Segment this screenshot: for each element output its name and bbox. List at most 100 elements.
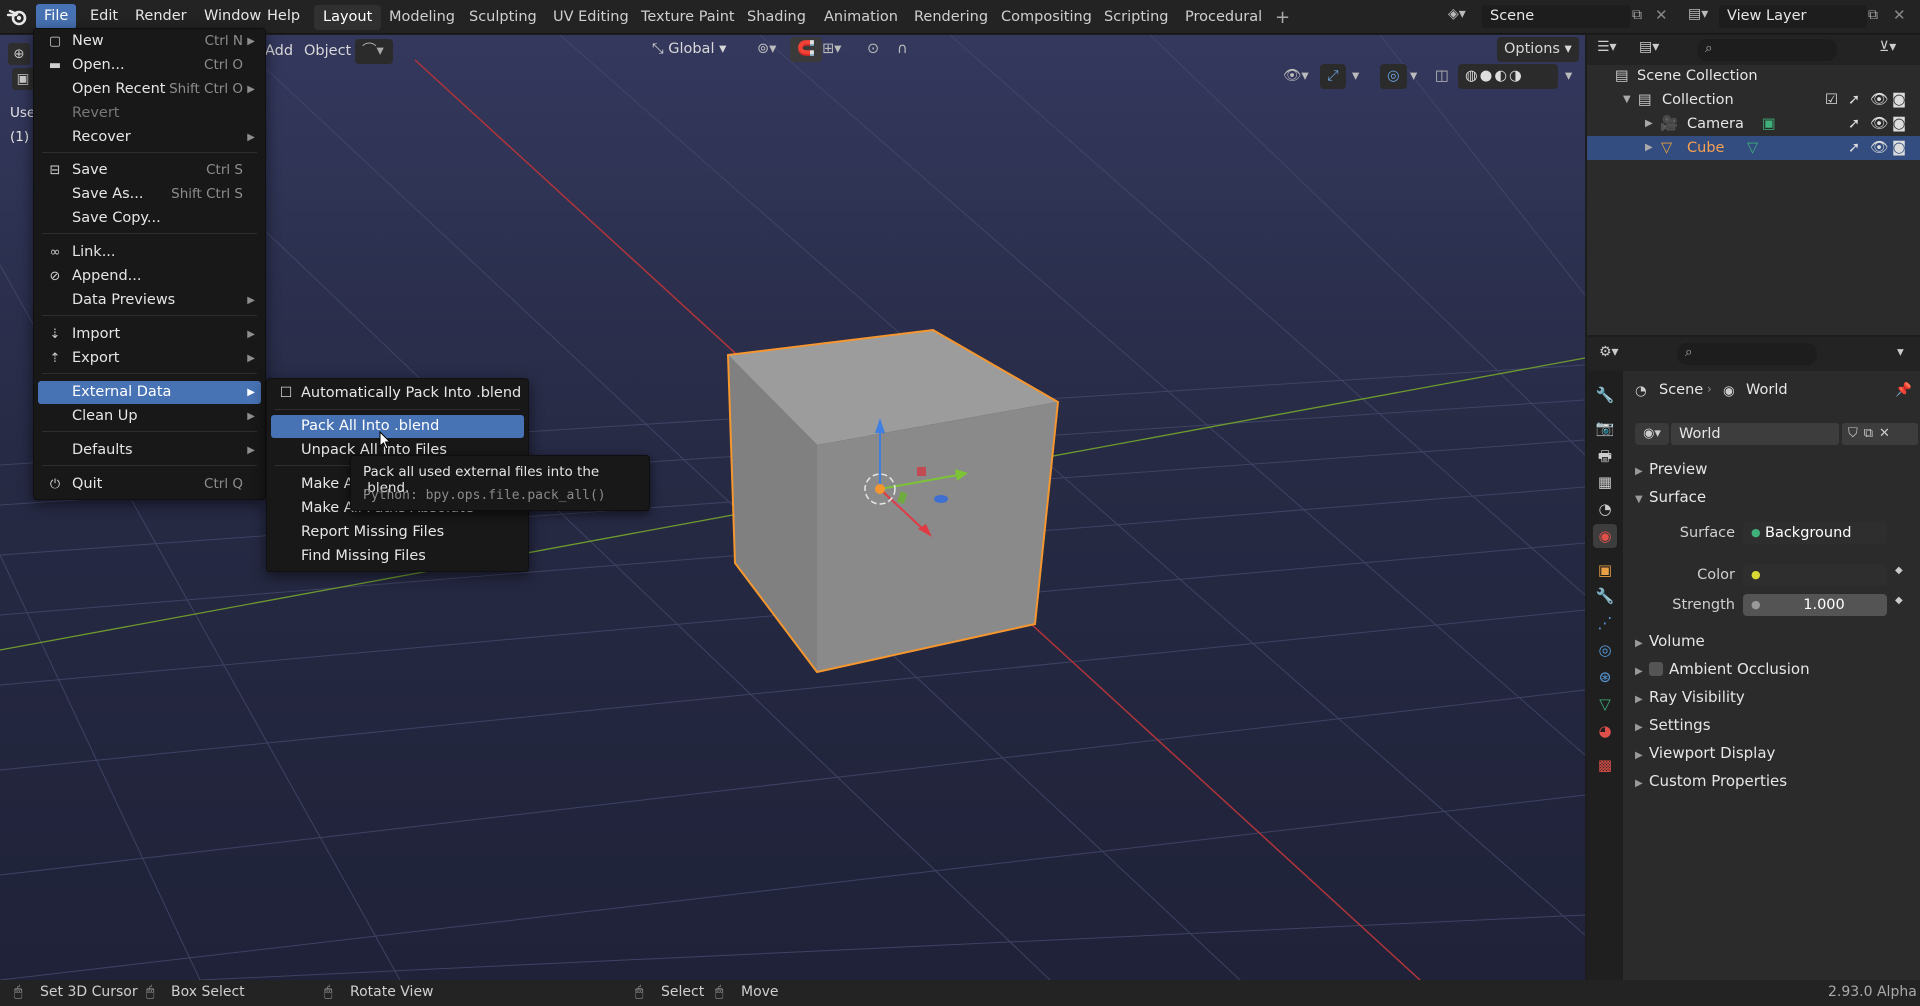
section-ambient-occlusion[interactable]: ▶ Ambient Occlusion <box>1635 657 1810 681</box>
menu-item-save-copy[interactable]: Save Copy... <box>38 207 261 230</box>
surface-shader-field[interactable]: ● Background <box>1743 522 1887 544</box>
outliner-editor-icon[interactable]: ☰▾ <box>1597 39 1617 55</box>
tab-compositing[interactable]: Compositing <box>992 5 1101 30</box>
menu-file[interactable]: File <box>36 4 77 29</box>
pin-icon[interactable]: 📌 <box>1895 382 1912 398</box>
menu-item-link[interactable]: ∞ Link... <box>38 241 261 264</box>
menu-edit[interactable]: Edit <box>82 4 126 29</box>
scene-tab-icon[interactable]: ◔ <box>1593 497 1617 521</box>
section-viewport-display[interactable]: ▶ Viewport Display <box>1635 741 1775 765</box>
view-layer-field[interactable]: View Layer <box>1719 5 1867 28</box>
section-ray-visibility[interactable]: ▶ Ray Visibility <box>1635 685 1745 709</box>
eye-icon[interactable]: 👁 <box>1870 136 1888 160</box>
gizmo-dropdown-icon[interactable]: ▾ <box>1345 64 1366 89</box>
outliner-row-camera[interactable]: ▶ 🎥 Camera ▣ ➚ 👁 ◙ <box>1587 112 1920 136</box>
object-menu[interactable]: Object <box>297 39 358 64</box>
material-tab-icon[interactable]: ◕ <box>1593 719 1617 743</box>
section-volume[interactable]: ▶ Volume <box>1635 629 1705 653</box>
output-tab-icon[interactable]: 🖶 <box>1593 444 1617 468</box>
menu-item-save-as[interactable]: Save As... Shift Ctrl S <box>38 183 261 206</box>
menu-item-append[interactable]: ⊘ Append... <box>38 265 261 288</box>
blender-logo-icon[interactable] <box>6 6 30 28</box>
outliner-row-collection[interactable]: ▼ ▤ Collection ☑ ➚ 👁 ◙ <box>1587 88 1920 112</box>
new-view-layer-icon[interactable]: ⧉ <box>1868 7 1878 23</box>
keyframe-icon[interactable]: ◆ <box>1895 595 1903 606</box>
world-browse-icon[interactable]: ◉▾ <box>1635 423 1669 445</box>
keyframe-icon[interactable]: ◆ <box>1895 565 1903 576</box>
menu-item-save[interactable]: ⊟ Save Ctrl S <box>38 159 261 182</box>
menu-render[interactable]: Render <box>127 4 195 29</box>
proportional-edit-icon[interactable]: ⊙ <box>860 37 886 62</box>
menu-item-export[interactable]: ⇡ Export ▶ <box>38 347 261 370</box>
world-name-field[interactable]: World <box>1671 423 1839 445</box>
color-field[interactable]: ● <box>1743 564 1887 586</box>
pivot-point-icon[interactable]: ⊚▾ <box>750 37 783 62</box>
delete-view-layer-icon[interactable]: ✕ <box>1893 6 1906 24</box>
selectable-icon[interactable]: ➚ <box>1848 112 1860 136</box>
tab-texture-paint[interactable]: Texture Paint <box>632 5 744 30</box>
add-workspace-icon[interactable]: + <box>1266 5 1299 30</box>
mesh-data-icon[interactable]: ▽ <box>1747 136 1758 160</box>
tab-sculpting[interactable]: Sculpting <box>460 5 546 30</box>
tool-tab-icon[interactable]: 🔧 <box>1593 383 1617 407</box>
tab-layout[interactable]: Layout <box>314 5 382 30</box>
filter-icon[interactable]: ⊻▾ <box>1879 39 1896 55</box>
options-dropdown[interactable]: Options ▾ <box>1497 37 1579 62</box>
selectable-icon[interactable]: ➚ <box>1848 136 1860 160</box>
view-layer-selector-icon[interactable]: ▤▾ <box>1688 6 1708 22</box>
world-tab-icon[interactable]: ◉ <box>1593 524 1617 548</box>
new-scene-icon[interactable]: ⧉ <box>1632 7 1642 23</box>
menu-help[interactable]: Help <box>259 4 308 29</box>
object-tab-icon[interactable]: ▣ <box>1593 558 1617 582</box>
transform-orientation-select[interactable]: ⤡ Global ▾ <box>645 37 733 62</box>
properties-editor-icon[interactable]: ⚙▾ <box>1599 344 1619 360</box>
modifier-tab-icon[interactable]: 🔧 <box>1593 584 1617 608</box>
tab-animation[interactable]: Animation <box>815 5 907 30</box>
camera-render-icon[interactable]: ◙ <box>1892 112 1906 136</box>
eye-icon[interactable]: 👁 <box>1870 88 1888 112</box>
render-tab-icon[interactable]: 📷 <box>1593 416 1617 440</box>
eye-icon[interactable]: 👁 <box>1870 112 1888 136</box>
gizmo-toggle-icon[interactable]: ⤢ <box>1320 64 1346 89</box>
camera-render-icon[interactable]: ◙ <box>1892 88 1906 112</box>
constraints-tab-icon[interactable]: ⊛ <box>1593 665 1617 689</box>
selectable-icon[interactable]: ➚ <box>1848 88 1860 112</box>
display-mode-icon[interactable]: ▤▾ <box>1639 39 1659 55</box>
tab-shading[interactable]: Shading <box>738 5 815 30</box>
menu-item-open-recent[interactable]: Open Recent Shift Ctrl O ▶ <box>38 78 261 101</box>
snap-mode-icon[interactable]: ⌒▾ <box>355 39 393 64</box>
camera-render-icon[interactable]: ◙ <box>1892 136 1906 160</box>
menu-item-revert[interactable]: Revert <box>38 102 261 125</box>
menu-item-recover[interactable]: Recover ▶ <box>38 126 261 149</box>
checkbox-icon[interactable]: ☑ <box>1825 88 1838 112</box>
properties-search-input[interactable]: ⌕ <box>1677 343 1817 365</box>
chevron-down-icon[interactable]: ▾ <box>1897 344 1904 360</box>
menu-item-defaults[interactable]: Defaults ▶ <box>38 439 261 462</box>
section-settings[interactable]: ▶ Settings <box>1635 713 1711 737</box>
section-custom-properties[interactable]: ▶ Custom Properties <box>1635 769 1787 793</box>
snap-target-icon[interactable]: ⊞▾ <box>815 37 848 62</box>
xray-icon[interactable]: ◫ <box>1428 64 1456 89</box>
shading-dropdown-icon[interactable]: ▾ <box>1558 64 1579 89</box>
tab-scripting[interactable]: Scripting <box>1095 5 1177 30</box>
scene-selector-icon[interactable]: ◈▾ <box>1448 6 1478 28</box>
menu-item-new[interactable]: ▢ New Ctrl N ▶ <box>38 30 261 53</box>
section-preview[interactable]: ▶ Preview <box>1635 457 1707 481</box>
tab-procedural[interactable]: Procedural <box>1176 5 1271 30</box>
menu-item-data-previews[interactable]: Data Previews ▶ <box>38 289 261 312</box>
delete-scene-icon[interactable]: ✕ <box>1655 6 1668 24</box>
outliner-search-input[interactable]: ⌕ <box>1697 39 1837 61</box>
physics-tab-icon[interactable]: ◎ <box>1593 638 1617 662</box>
camera-data-icon[interactable]: ▣ <box>1762 112 1776 136</box>
strength-field[interactable]: ● 1.000 <box>1743 594 1887 616</box>
menu-item-open[interactable]: ▬ Open... Ctrl O <box>38 54 261 77</box>
tab-modeling[interactable]: Modeling <box>380 5 464 30</box>
falloff-icon[interactable]: ∩ <box>890 37 915 62</box>
world-actions-icons[interactable]: ⛉⧉✕ <box>1842 423 1918 445</box>
view-layer-tab-icon[interactable]: ▦ <box>1593 470 1617 494</box>
menu-item-pack-all[interactable]: Pack All Into .blend <box>271 415 524 438</box>
menu-item-report-missing[interactable]: Report Missing Files <box>271 521 524 544</box>
visibility-icon[interactable]: 👁▾ <box>1276 64 1316 89</box>
menu-item-external-data[interactable]: External Data ▶ <box>38 381 261 404</box>
outliner-row-scene-collection[interactable]: ▤ Scene Collection <box>1587 64 1920 88</box>
